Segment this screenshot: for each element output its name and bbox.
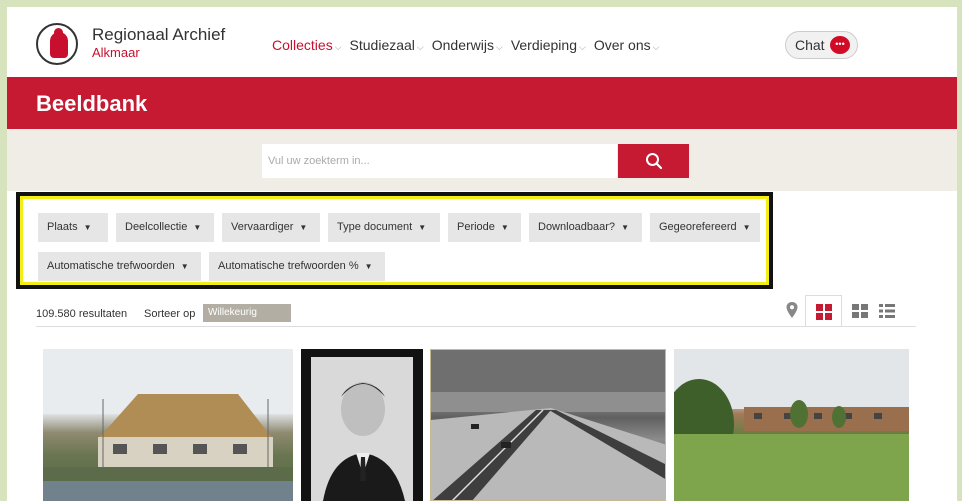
filter-plaats[interactable]: Plaats ▼ bbox=[38, 213, 108, 242]
chevron-down-icon: ▼ bbox=[193, 223, 202, 232]
chevron-down-icon: ⌵ bbox=[496, 42, 503, 52]
chevron-down-icon: ▼ bbox=[621, 223, 629, 232]
filter-downloadbaar[interactable]: Downloadbaar? ▼ bbox=[529, 213, 642, 242]
page-frame: Regionaal Archief Alkmaar Collecties ⌵ St… bbox=[7, 7, 957, 501]
photo-portrait-man[interactable] bbox=[301, 349, 423, 501]
chevron-down-icon: ▼ bbox=[299, 223, 308, 232]
map-pin-icon[interactable] bbox=[785, 301, 799, 319]
archive-logo-icon[interactable] bbox=[36, 23, 78, 65]
chevron-down-icon: ▼ bbox=[364, 262, 373, 271]
grid-large-view-button[interactable] bbox=[805, 295, 842, 327]
nav-item-onderwijs[interactable]: Onderwijs ⌵ bbox=[432, 37, 503, 53]
field-houses-image bbox=[674, 349, 909, 501]
chevron-down-icon: ⌵ bbox=[579, 42, 586, 52]
filter-automatische-trefwoorden[interactable]: Automatische trefwoorden ▼ bbox=[38, 252, 201, 281]
sort-label: Sorteer op bbox=[144, 308, 196, 320]
logo-subtitle[interactable]: Alkmaar bbox=[92, 45, 140, 60]
nav-item-collecties[interactable]: Collecties ⌵ bbox=[272, 37, 342, 53]
logo-title[interactable]: Regionaal Archief bbox=[92, 25, 225, 45]
search-icon bbox=[645, 153, 662, 170]
filter-gegeorefereerd[interactable]: Gegeorefereerd ▼ bbox=[650, 213, 760, 242]
chevron-down-icon: ▼ bbox=[418, 223, 427, 232]
chat-bubble-icon: ••• bbox=[830, 36, 850, 54]
house-construction-image bbox=[43, 349, 293, 501]
search-bar: Vul uw zoekterm in... bbox=[7, 129, 957, 191]
photo-highway[interactable] bbox=[430, 349, 666, 501]
chevron-down-icon: ▼ bbox=[83, 223, 92, 232]
highway-image bbox=[431, 350, 665, 500]
grid-small-icon[interactable] bbox=[852, 304, 868, 318]
nav-item-studiezaal[interactable]: Studiezaal ⌵ bbox=[350, 37, 424, 53]
chevron-down-icon: ▼ bbox=[742, 223, 751, 232]
chat-button[interactable]: Chat ••• bbox=[785, 31, 858, 59]
filter-vervaardiger[interactable]: Vervaardiger ▼ bbox=[222, 213, 320, 242]
page-banner: Beeldbank bbox=[7, 77, 957, 129]
filter-deelcollectie[interactable]: Deelcollectie ▼ bbox=[116, 213, 214, 242]
page-title: Beeldbank bbox=[36, 91, 148, 116]
filter-periode[interactable]: Periode ▼ bbox=[448, 213, 521, 242]
chevron-down-icon: ⌵ bbox=[334, 42, 342, 52]
results-divider bbox=[36, 326, 916, 327]
list-icon[interactable] bbox=[879, 304, 895, 318]
chevron-down-icon: ⌵ bbox=[416, 42, 424, 52]
site-header: Regionaal Archief Alkmaar Collecties ⌵ St… bbox=[7, 7, 957, 77]
filter-automatische-trefwoorden-pct[interactable]: Automatische trefwoorden % ▼ bbox=[209, 252, 385, 281]
chevron-down-icon: ⌵ bbox=[652, 42, 660, 52]
search-input[interactable]: Vul uw zoekterm in... bbox=[262, 144, 617, 178]
sort-select[interactable]: Willekeurig bbox=[203, 304, 291, 322]
chevron-down-icon: ▼ bbox=[180, 262, 189, 271]
search-button[interactable] bbox=[618, 144, 689, 178]
photo-house-construction[interactable] bbox=[43, 349, 293, 501]
filter-panel: Plaats ▼ Deelcollectie ▼ Vervaardiger ▼ Typ… bbox=[16, 192, 773, 289]
filter-type-document[interactable]: Type document ▼ bbox=[328, 213, 440, 242]
results-count: 109.580 resultaten bbox=[36, 308, 128, 320]
nav-item-over-ons[interactable]: Over ons ⌵ bbox=[594, 37, 660, 53]
chat-label: Chat bbox=[795, 37, 825, 53]
chevron-down-icon: ▼ bbox=[500, 223, 509, 232]
portrait-image bbox=[301, 349, 423, 501]
grid-large-icon bbox=[815, 303, 832, 320]
main-nav: Collecties ⌵ Studiezaal ⌵ Onderwijs ⌵ Verdi… bbox=[272, 37, 667, 53]
nav-item-verdieping[interactable]: Verdieping ⌵ bbox=[511, 37, 586, 53]
photo-field-houses[interactable] bbox=[674, 349, 909, 501]
